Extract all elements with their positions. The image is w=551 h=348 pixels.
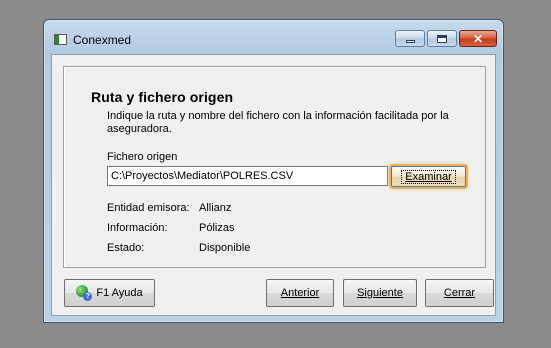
file-origin-label: Fichero origen	[107, 151, 178, 163]
page-title: Ruta y fichero origen	[91, 89, 234, 105]
file-origin-input[interactable]	[107, 166, 388, 186]
next-button[interactable]: Siguiente	[343, 279, 417, 307]
close-icon: ✕	[472, 31, 484, 46]
previous-button[interactable]: Anterior	[266, 279, 334, 307]
help-button-label: F1 Ayuda	[96, 287, 143, 299]
information-label: Información:	[107, 222, 168, 234]
app-window-icon	[54, 34, 67, 45]
entity-value: Allianz	[199, 202, 232, 214]
help-button[interactable]: ? F1 Ayuda	[64, 279, 155, 307]
browse-button[interactable]: Examinar	[391, 166, 466, 187]
status-label: Estado:	[107, 242, 145, 254]
maximize-button[interactable]	[427, 30, 457, 47]
maximize-icon	[437, 34, 447, 43]
dialog-client-area: Ruta y fichero origen Indique la ruta y …	[51, 54, 496, 316]
close-button[interactable]: Cerrar	[425, 279, 494, 307]
page-description: Indique la ruta y nombre del fichero con…	[107, 110, 449, 135]
minimize-button[interactable]	[395, 30, 425, 47]
close-button-label: Cerrar	[443, 287, 476, 299]
wizard-panel: Ruta y fichero origen Indique la ruta y …	[63, 66, 486, 268]
close-window-button[interactable]: ✕	[459, 30, 497, 47]
browse-button-label: Examinar	[405, 170, 452, 183]
previous-button-label: Anterior	[280, 287, 320, 299]
information-value: Pólizas	[199, 222, 235, 234]
minimize-icon	[405, 40, 415, 43]
next-button-label: Siguiente	[357, 287, 403, 299]
window-title: Conexmed	[73, 33, 132, 47]
title-bar[interactable]: Conexmed ✕	[44, 20, 503, 54]
status-value: Disponible	[199, 242, 251, 254]
help-globe-icon: ?	[76, 285, 93, 301]
conexmed-window: Conexmed ✕ Ruta y fichero origen Indique…	[43, 19, 504, 323]
entity-label: Entidad emisora:	[107, 202, 190, 214]
